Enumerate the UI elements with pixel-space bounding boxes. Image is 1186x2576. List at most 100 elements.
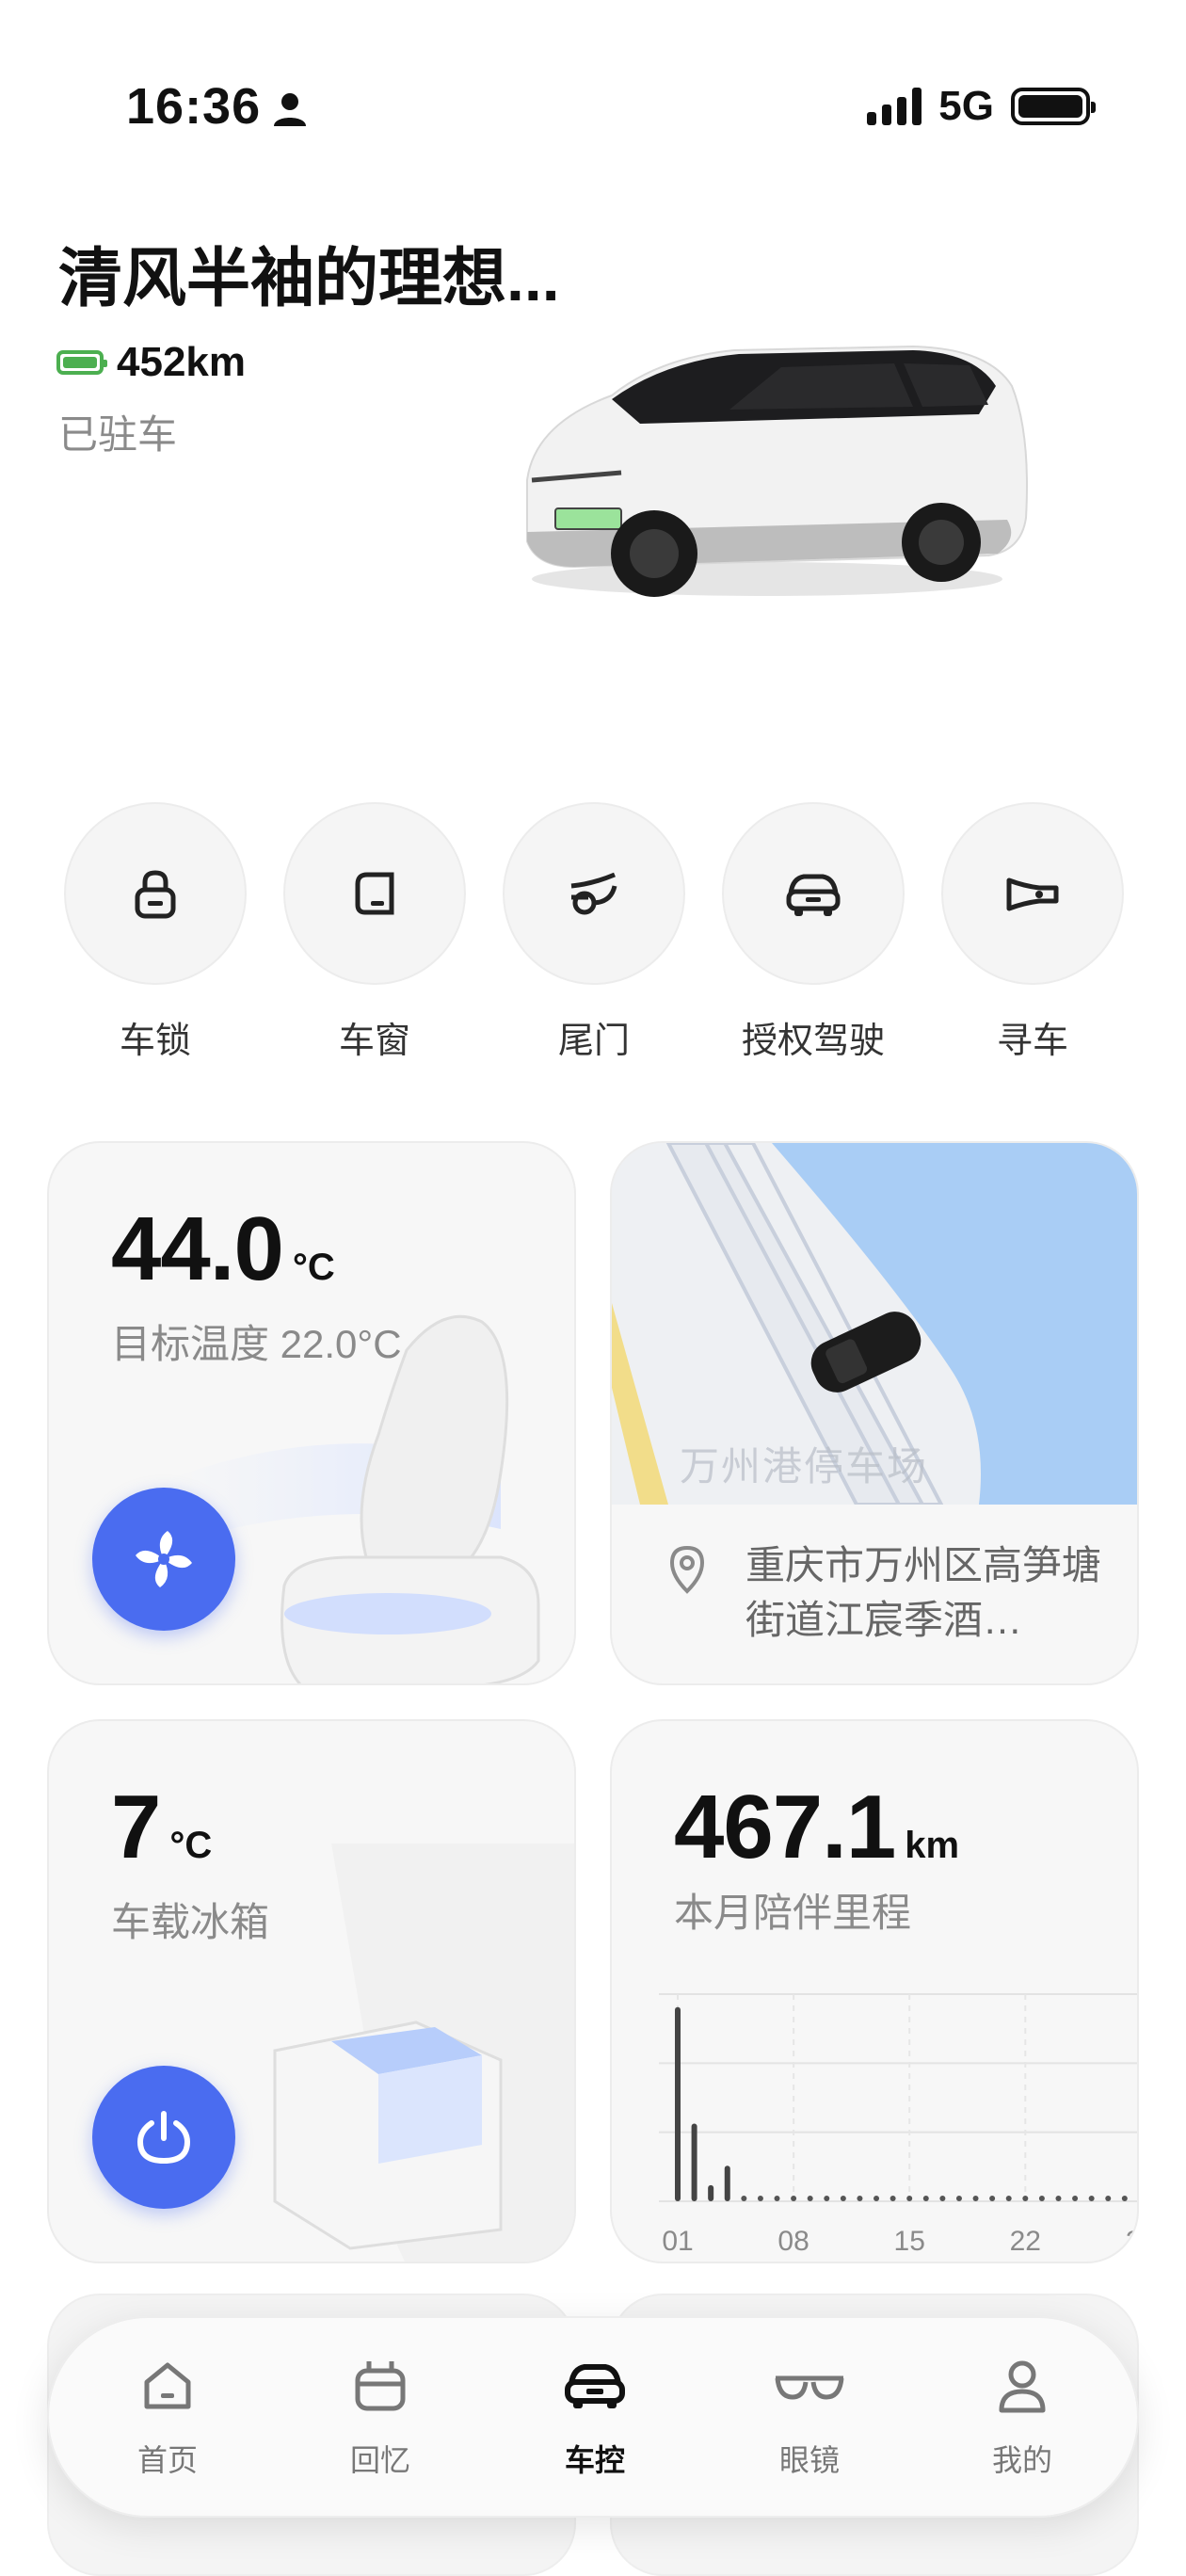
- address-text: 重庆市万州区高笋塘街道江宸季酒…: [745, 1543, 1102, 1642]
- tab-car-control[interactable]: 车控: [520, 2348, 670, 2480]
- window-icon: [355, 872, 394, 915]
- tab-label: 我的: [991, 2443, 1052, 2477]
- fridge-temperature: 7: [111, 1777, 161, 1877]
- car-name[interactable]: 清风半袖的理想...: [58, 226, 560, 319]
- chart-bar-zero[interactable]: [1072, 2196, 1079, 2201]
- lock-icon: [135, 870, 176, 919]
- tab-label: 眼镜: [778, 2443, 840, 2477]
- chart-bar[interactable]: [724, 2165, 730, 2201]
- fridge-power-button[interactable]: [92, 2066, 235, 2209]
- memory-icon: [355, 2361, 406, 2411]
- tab-label: 首页: [136, 2443, 198, 2477]
- tab-memory[interactable]: 回忆: [305, 2348, 456, 2480]
- chart-bar-zero[interactable]: [1088, 2196, 1095, 2201]
- action-authorized-driving[interactable]: 授权驾驶: [722, 802, 905, 1063]
- action-label: 授权驾驶: [741, 1022, 885, 1061]
- range-value: 452km: [117, 339, 247, 385]
- parking-status: 已驻车: [58, 412, 178, 457]
- climate-unit: °C: [292, 1247, 335, 1288]
- chart-bar[interactable]: [675, 2006, 681, 2201]
- action-label: 车锁: [119, 1022, 191, 1061]
- chart-bar-zero[interactable]: [1005, 2196, 1012, 2201]
- range-row: 452km: [56, 339, 246, 386]
- fan-icon: [136, 1531, 192, 1587]
- chart-bar-zero[interactable]: [757, 2196, 763, 2201]
- chart-bar-zero[interactable]: [1121, 2196, 1128, 2201]
- status-indicators: 5G: [867, 83, 1096, 130]
- action-label: 车窗: [338, 1022, 410, 1061]
- tab-home[interactable]: 首页: [92, 2348, 243, 2480]
- chart-bar-zero[interactable]: [1055, 2196, 1062, 2201]
- chart-bar-zero[interactable]: [922, 2196, 929, 2201]
- location-card[interactable]: 万州港停车场 重庆市万州区高笋塘街道江宸季酒…: [610, 1141, 1139, 1685]
- profile-icon: [999, 2360, 1046, 2413]
- chart-bar-zero[interactable]: [774, 2196, 780, 2201]
- home-icon: [144, 2362, 191, 2409]
- tab-profile[interactable]: 我的: [947, 2348, 1098, 2480]
- address-row: 重庆市万州区高笋塘街道江宸季酒…: [666, 1538, 1122, 1648]
- chart-bar-zero[interactable]: [873, 2196, 880, 2201]
- chart-tick-label: 29: [1126, 2226, 1139, 2257]
- location-pin-icon: [669, 1545, 705, 1594]
- tailgate-icon: [570, 872, 617, 915]
- chart-bar-zero[interactable]: [1022, 2196, 1029, 2201]
- chart-bar-zero[interactable]: [840, 2196, 846, 2201]
- tab-label: 车控: [564, 2443, 625, 2477]
- chart-bar-zero[interactable]: [939, 2196, 946, 2201]
- chart-tick-label: 01: [662, 2226, 693, 2257]
- action-tailgate[interactable]: 尾门: [503, 802, 685, 1063]
- horn-icon: [1006, 877, 1059, 911]
- chart-bar-zero[interactable]: [1038, 2196, 1045, 2201]
- climate-card[interactable]: 44.0 °C 目标温度 22.0°C: [47, 1141, 576, 1685]
- network-type: 5G: [938, 83, 994, 129]
- car-front-icon: [786, 874, 841, 916]
- fridge-unit: °C: [169, 1825, 213, 1866]
- action-window[interactable]: 车窗: [283, 802, 466, 1063]
- map-place-label: 万州港停车场: [680, 1444, 929, 1489]
- chart-bar-zero[interactable]: [857, 2196, 863, 2201]
- signal-icon: [867, 88, 922, 125]
- chart-bar-zero[interactable]: [824, 2196, 830, 2201]
- car-image[interactable]: [499, 320, 1045, 621]
- chart-bar-zero[interactable]: [807, 2196, 813, 2201]
- climate-fan-button[interactable]: [92, 1488, 235, 1631]
- action-label: 尾门: [557, 1022, 630, 1061]
- action-lock[interactable]: 车锁: [64, 802, 247, 1063]
- chart-bar-zero[interactable]: [890, 2196, 896, 2201]
- action-find-car[interactable]: 寻车: [941, 802, 1124, 1063]
- tab-glasses[interactable]: 眼镜: [734, 2348, 885, 2480]
- map[interactable]: 万州港停车场: [612, 1143, 1137, 1505]
- fridge-label: 车载冰箱: [111, 1900, 270, 1944]
- chart-bar-zero[interactable]: [791, 2196, 797, 2201]
- chart-bar-zero[interactable]: [972, 2196, 979, 2201]
- mileage-value: 467.1: [674, 1777, 896, 1877]
- mileage-card[interactable]: 467.1 km 本月陪伴里程 01 08 15 22 29: [610, 1719, 1139, 2263]
- fridge-card[interactable]: 7 °C 车载冰箱: [47, 1719, 576, 2263]
- chart-bar[interactable]: [708, 2184, 714, 2201]
- car-battery-icon: [56, 350, 107, 375]
- fridge-illustration: [273, 1843, 574, 2262]
- chart-tick-label: 15: [894, 2226, 925, 2257]
- bottom-tab-bar: 首页 回忆 车控 眼镜 我的: [47, 2316, 1139, 2518]
- chart-bar-zero[interactable]: [741, 2196, 747, 2201]
- chart-bar-zero[interactable]: [906, 2196, 913, 2201]
- car-control-icon: [565, 2364, 625, 2408]
- person-icon: [274, 93, 306, 126]
- chart-bar[interactable]: [691, 2123, 697, 2202]
- chart-bar-zero[interactable]: [955, 2196, 962, 2201]
- climate-temperature: 44.0: [111, 1199, 284, 1299]
- chart-bar-zero[interactable]: [1105, 2196, 1112, 2201]
- action-label: 寻车: [996, 1022, 1068, 1061]
- chart-tick-label: 22: [1010, 2226, 1041, 2257]
- chart-tick-label: 08: [777, 2226, 809, 2257]
- chart-bar-zero[interactable]: [1138, 2196, 1139, 2201]
- status-time: 16:36: [126, 78, 262, 135]
- mileage-chart[interactable]: 01 08 15 22 29: [649, 1985, 1139, 2263]
- chart-bar-zero[interactable]: [989, 2196, 996, 2201]
- battery-icon: [1011, 88, 1096, 125]
- mileage-label: 本月陪伴里程: [674, 1891, 912, 1935]
- target-temperature: 目标温度 22.0°C: [111, 1322, 402, 1366]
- climate-temp-row: 44.0 °C: [111, 1198, 335, 1301]
- glasses-icon: [775, 2375, 844, 2400]
- mileage-row: 467.1 km: [674, 1776, 959, 1879]
